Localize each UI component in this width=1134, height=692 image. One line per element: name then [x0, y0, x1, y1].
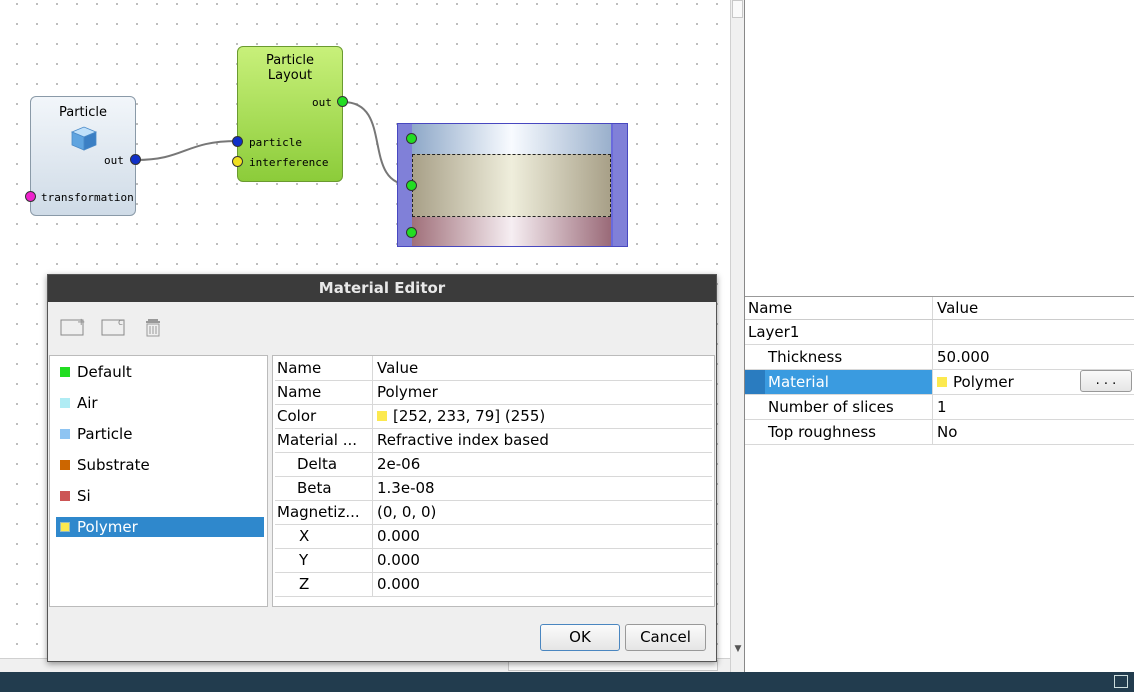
table-row[interactable]: Beta 1.3e-08 [275, 476, 712, 501]
particle-layout-node[interactable]: Particle Layout out particle interferenc… [237, 46, 343, 182]
table-row[interactable]: Color [252, 233, 79] (255) [275, 404, 712, 429]
property-row-layer1[interactable]: Layer1 [745, 320, 1134, 345]
layer-top[interactable] [412, 124, 611, 154]
table-row[interactable]: X 0.000 [275, 524, 712, 549]
canvas-vertical-scrollbar[interactable]: ▼ [730, 0, 745, 672]
name-column-header[interactable]: Name [745, 297, 933, 319]
material-list[interactable]: Default Air Particle Substrate Si Polyme… [49, 355, 268, 607]
material-properties-table: Name Value Name Polymer Color [252, 233,… [272, 355, 715, 607]
layer-middle-port[interactable] [406, 180, 417, 191]
layout-interference-port[interactable] [232, 156, 243, 167]
list-item[interactable]: Air [56, 393, 264, 413]
out-port-label: out [312, 96, 332, 109]
interference-port-label: interference [249, 156, 329, 169]
particle-out-port[interactable] [130, 154, 141, 165]
layer-bottom-port[interactable] [406, 227, 417, 238]
value-column-header[interactable]: Value [933, 297, 1134, 319]
scroll-down-icon[interactable]: ▼ [732, 640, 744, 658]
particle-layout-title-line1: Particle [265, 53, 315, 68]
ok-button[interactable]: OK [540, 624, 620, 651]
multilayer-node[interactable] [397, 123, 628, 247]
transformation-port[interactable] [25, 191, 36, 202]
scrollbar-thumb[interactable] [732, 0, 743, 18]
material-browse-button[interactable]: . . . [1080, 370, 1132, 392]
material-color-swatch [937, 376, 947, 387]
dialog-title[interactable]: Material Editor [48, 275, 716, 302]
svg-text:c: c [118, 318, 123, 328]
list-item-selected[interactable]: Polymer [56, 517, 264, 537]
list-item[interactable]: Substrate [56, 455, 264, 475]
layer-top-port[interactable] [406, 133, 417, 144]
layer-middle-selected[interactable] [412, 154, 611, 217]
add-material-icon[interactable]: + [60, 316, 86, 336]
property-row-thickness[interactable]: Thickness 50.000 [745, 345, 1134, 370]
trash-icon[interactable] [142, 316, 168, 337]
tray-icon[interactable] [1114, 675, 1128, 688]
table-row[interactable]: Y 0.000 [275, 548, 712, 573]
properties-header: Name Value [745, 296, 1134, 320]
property-row-number-of-slices[interactable]: Number of slices 1 [745, 395, 1134, 420]
property-row-material[interactable]: Material Polymer . . . [745, 370, 1134, 395]
table-row[interactable]: Name Polymer [275, 380, 712, 405]
color-swatch [377, 410, 387, 421]
layout-out-port[interactable] [337, 96, 348, 107]
out-port-label: out [104, 154, 124, 167]
material-properties-header: Name Value [275, 356, 712, 381]
particle-layout-title-line2: Layout [267, 68, 313, 83]
table-row[interactable]: Material ... Refractive index based [275, 428, 712, 453]
layer-properties-panel: Name Value Layer1 Thickness 50.000 Mater… [745, 296, 1134, 445]
connection-particle-to-layout [135, 140, 238, 161]
table-row[interactable]: Delta 2e-06 [275, 452, 712, 477]
particle-port-label: particle [249, 136, 302, 149]
layout-particle-port[interactable] [232, 136, 243, 147]
particle-node-title: Particle [58, 105, 108, 120]
material-value: Polymer [953, 373, 1014, 391]
svg-text:+: + [77, 317, 85, 328]
table-row[interactable]: Z 0.000 [275, 572, 712, 597]
cancel-button[interactable]: Cancel [625, 624, 706, 651]
material-editor-dialog: Material Editor + c Default Air Particle… [47, 274, 717, 662]
list-item[interactable]: Default [56, 362, 264, 382]
table-row[interactable]: Magnetiz... (0, 0, 0) [275, 500, 712, 525]
layer-bottom[interactable] [412, 217, 611, 246]
transformation-port-label: transformation [41, 191, 134, 204]
particle-node[interactable]: Particle out transformation [30, 96, 136, 216]
list-item[interactable]: Particle [56, 424, 264, 444]
list-item[interactable]: Si [56, 486, 264, 506]
clone-material-icon[interactable]: c [101, 316, 127, 336]
property-row-top-roughness[interactable]: Top roughness No [745, 420, 1134, 445]
cube-icon [70, 126, 98, 151]
taskbar [0, 672, 1134, 692]
